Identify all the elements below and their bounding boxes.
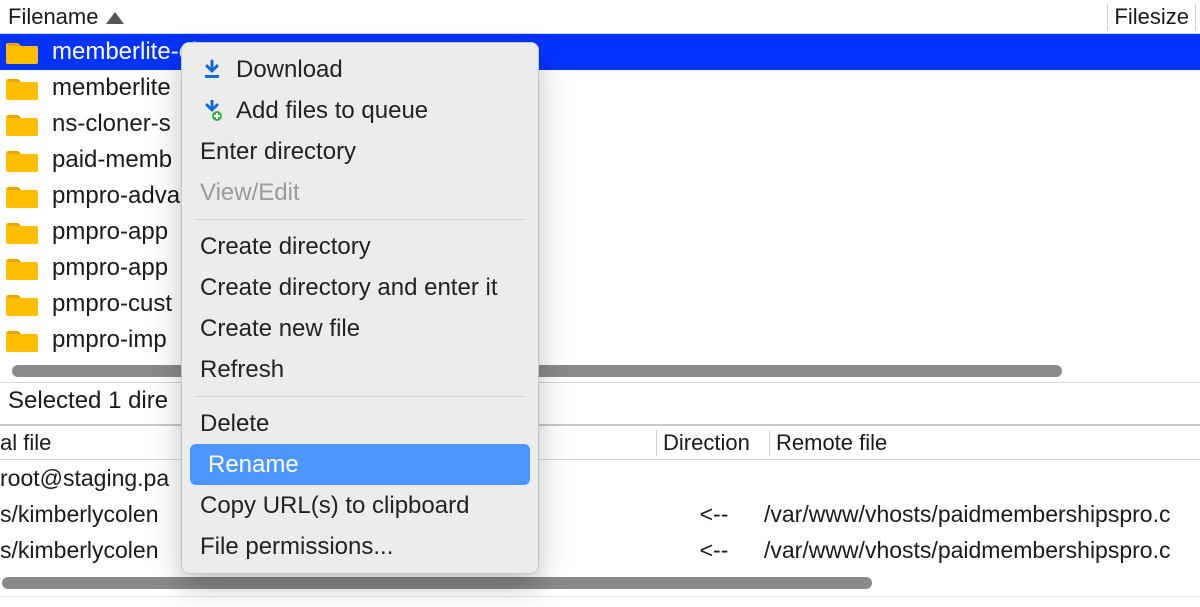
menu-item-create-directory-enter[interactable]: Create directory and enter it: [182, 267, 538, 308]
menu-item-label: Add files to queue: [236, 97, 428, 125]
app-window: Filename Filesize memberlite-elements me…: [0, 0, 1200, 607]
menu-item-rename[interactable]: Rename: [190, 444, 530, 485]
column-header-remote-file[interactable]: Remote file: [776, 430, 1200, 456]
add-queue-icon: [200, 100, 224, 122]
file-name-label: pmpro-cust: [52, 290, 172, 318]
remote-file-cell: /var/www/vhosts/paidmembershipspro.c: [764, 501, 1200, 528]
list-item[interactable]: pmpro-app: [0, 214, 1200, 250]
menu-item-label: Create new file: [200, 315, 360, 343]
menu-separator: [196, 396, 524, 397]
column-header-filesize[interactable]: Filesize: [1114, 4, 1189, 30]
menu-item-refresh[interactable]: Refresh: [182, 349, 538, 390]
menu-item-create-directory[interactable]: Create directory: [182, 226, 538, 267]
table-row[interactable]: root@staging.pa: [0, 460, 1200, 496]
list-item[interactable]: memberlite-elements: [0, 34, 1200, 70]
file-name-label: pmpro-app: [52, 254, 168, 282]
folder-icon: [6, 291, 38, 317]
table-row[interactable]: s/kimberlycolen <-- /var/www/vhosts/paid…: [0, 496, 1200, 532]
menu-item-label: View/Edit: [200, 179, 300, 207]
file-name-label: ns-cloner-s: [52, 110, 171, 138]
remote-file-cell: /var/www/vhosts/paidmembershipspro.c: [764, 537, 1200, 564]
menu-item-label: Delete: [200, 410, 269, 438]
menu-item-file-permissions[interactable]: File permissions...: [182, 526, 538, 567]
transfer-queue-panel: al file Direction Remote file root@stagi…: [0, 424, 1200, 597]
folder-icon: [6, 183, 38, 209]
menu-item-label: Create directory: [200, 233, 371, 261]
transfer-queue-scrollbar[interactable]: [0, 572, 1200, 594]
transfer-queue-header: al file Direction Remote file: [0, 426, 1200, 460]
column-header-direction[interactable]: Direction: [663, 430, 763, 456]
menu-item-add-to-queue[interactable]: Add files to queue: [182, 90, 538, 131]
folder-icon: [6, 147, 38, 173]
menu-item-label: Download: [236, 56, 343, 84]
list-item[interactable]: pmpro-cust: [0, 286, 1200, 322]
file-name-label: pmpro-adva: [52, 182, 180, 210]
download-icon: [200, 59, 224, 81]
list-item[interactable]: ns-cloner-s: [0, 106, 1200, 142]
menu-item-label: File permissions...: [200, 533, 393, 561]
menu-item-label: Enter directory: [200, 138, 356, 166]
local-file-header-label: al file: [0, 430, 51, 455]
file-list-header: Filename Filesize: [0, 0, 1200, 34]
filename-header-label: Filename: [8, 4, 98, 30]
direction-cell: <--: [664, 537, 764, 564]
menu-item-label: Copy URL(s) to clipboard: [200, 492, 469, 520]
remote-file-header-label: Remote file: [776, 430, 887, 455]
menu-item-enter-directory[interactable]: Enter directory: [182, 131, 538, 172]
panel-divider: [0, 596, 1200, 597]
list-item[interactable]: pmpro-adva: [0, 178, 1200, 214]
list-item[interactable]: paid-memb: [0, 142, 1200, 178]
menu-item-download[interactable]: Download: [182, 49, 538, 90]
menu-item-create-new-file[interactable]: Create new file: [182, 308, 538, 349]
menu-separator: [196, 219, 524, 220]
sort-ascending-icon: [106, 4, 124, 30]
folder-icon: [6, 255, 38, 281]
filesize-header-label: Filesize: [1114, 4, 1189, 29]
menu-item-label: Refresh: [200, 356, 284, 384]
folder-icon: [6, 219, 38, 245]
status-text: Selected 1 dire: [8, 387, 168, 415]
list-item[interactable]: pmpro-imp: [0, 322, 1200, 358]
column-divider[interactable]: [1195, 4, 1196, 30]
column-divider[interactable]: [656, 430, 657, 456]
folder-icon: [6, 39, 38, 65]
menu-item-view-edit: View/Edit: [182, 172, 538, 213]
scrollbar-thumb[interactable]: [2, 577, 872, 589]
column-header-filename[interactable]: Filename: [4, 4, 124, 30]
direction-cell: <--: [664, 501, 764, 528]
file-name-label: pmpro-app: [52, 218, 168, 246]
file-name-label: pmpro-imp: [52, 326, 167, 354]
file-name-label: memberlite: [52, 74, 171, 102]
table-row[interactable]: s/kimberlycolen <-- /var/www/vhosts/paid…: [0, 532, 1200, 568]
menu-item-label: Rename: [208, 451, 299, 479]
list-item[interactable]: memberlite: [0, 70, 1200, 106]
menu-item-label: Create directory and enter it: [200, 274, 497, 302]
column-divider[interactable]: [1107, 4, 1108, 30]
file-list-scrollbar[interactable]: [0, 360, 1200, 382]
folder-icon: [6, 327, 38, 353]
column-divider[interactable]: [769, 430, 770, 456]
folder-icon: [6, 111, 38, 137]
list-item[interactable]: pmpro-app: [0, 250, 1200, 286]
context-menu[interactable]: Download Add files to queue Enter direct…: [181, 42, 539, 574]
file-name-label: paid-memb: [52, 146, 172, 174]
status-bar: Selected 1 dire: [0, 382, 1200, 418]
folder-icon: [6, 75, 38, 101]
remote-file-list[interactable]: memberlite-elements memberlite ns-cloner…: [0, 34, 1200, 358]
transfer-queue-rows[interactable]: root@staging.pa s/kimberlycolen <-- /var…: [0, 460, 1200, 568]
direction-header-label: Direction: [663, 430, 750, 455]
menu-item-copy-url[interactable]: Copy URL(s) to clipboard: [182, 485, 538, 526]
menu-item-delete[interactable]: Delete: [182, 403, 538, 444]
